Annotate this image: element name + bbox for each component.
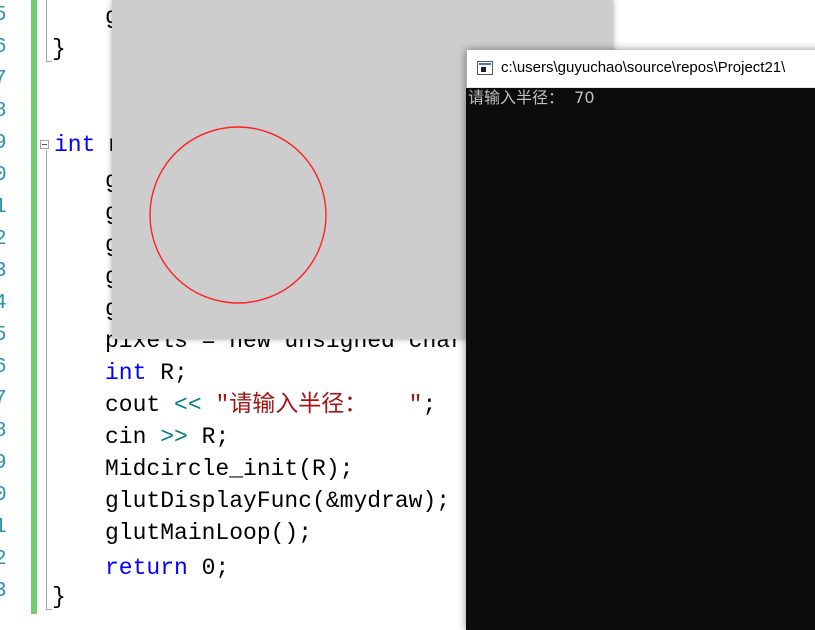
line-number: 8 [0, 420, 7, 443]
code-line[interactable]: cin >> R; [105, 421, 229, 453]
outline-guide [46, 0, 47, 62]
line-number: 0 [0, 484, 7, 507]
code-line[interactable]: glutMainLoop(); [105, 517, 312, 549]
line-number: 0 [0, 164, 7, 187]
line-number: 2 [0, 228, 7, 251]
line-number: 9 [0, 452, 7, 475]
drawn-circle [149, 126, 327, 304]
line-number: 7 [0, 388, 7, 411]
line-number: 3 [0, 260, 7, 283]
code-line[interactable]: } [52, 581, 66, 613]
line-number: 5 [0, 324, 7, 347]
console-title: c:\users\guyuchao\source\repos\Project21… [501, 59, 786, 76]
line-number: 5 [0, 4, 7, 27]
line-number: 3 [0, 580, 7, 603]
keyword: int [105, 360, 147, 386]
code-line[interactable]: return 0; [105, 552, 229, 584]
code-line[interactable]: glutDisplayFunc(&mydraw); [105, 485, 450, 517]
operator: >> [146, 424, 188, 450]
keyword: int [54, 132, 96, 158]
line-number: 8 [0, 100, 7, 123]
code-line[interactable]: int R; [105, 357, 188, 389]
outline-guide [46, 150, 47, 610]
console-window[interactable]: c:\users\guyuchao\source\repos\Project21… [466, 50, 815, 630]
console-output-line: 请输入半径： 70 [468, 88, 595, 107]
code-line[interactable]: } [52, 33, 66, 65]
line-number: 6 [0, 36, 7, 59]
change-indicator-bar [31, 0, 37, 614]
console-titlebar[interactable]: c:\users\guyuchao\source\repos\Project21… [466, 50, 815, 88]
line-number: 9 [0, 132, 7, 155]
line-number: 1 [0, 516, 7, 539]
code-line[interactable]: Midcircle_init(R); [105, 453, 353, 485]
line-number: 4 [0, 292, 7, 315]
line-number: 2 [0, 548, 7, 571]
string-literal: "请输入半径： " [201, 392, 423, 418]
console-app-icon [477, 61, 493, 75]
operator: << [160, 392, 202, 418]
line-number: 7 [0, 68, 7, 91]
keyword: return [105, 555, 188, 581]
collapse-toggle-icon[interactable] [40, 140, 49, 149]
line-number: 6 [0, 356, 7, 379]
line-number: 1 [0, 196, 7, 219]
code-line[interactable]: cout << "请输入半径： "; [105, 389, 436, 421]
console-output-area[interactable]: 请输入半径： 70 [466, 88, 815, 630]
